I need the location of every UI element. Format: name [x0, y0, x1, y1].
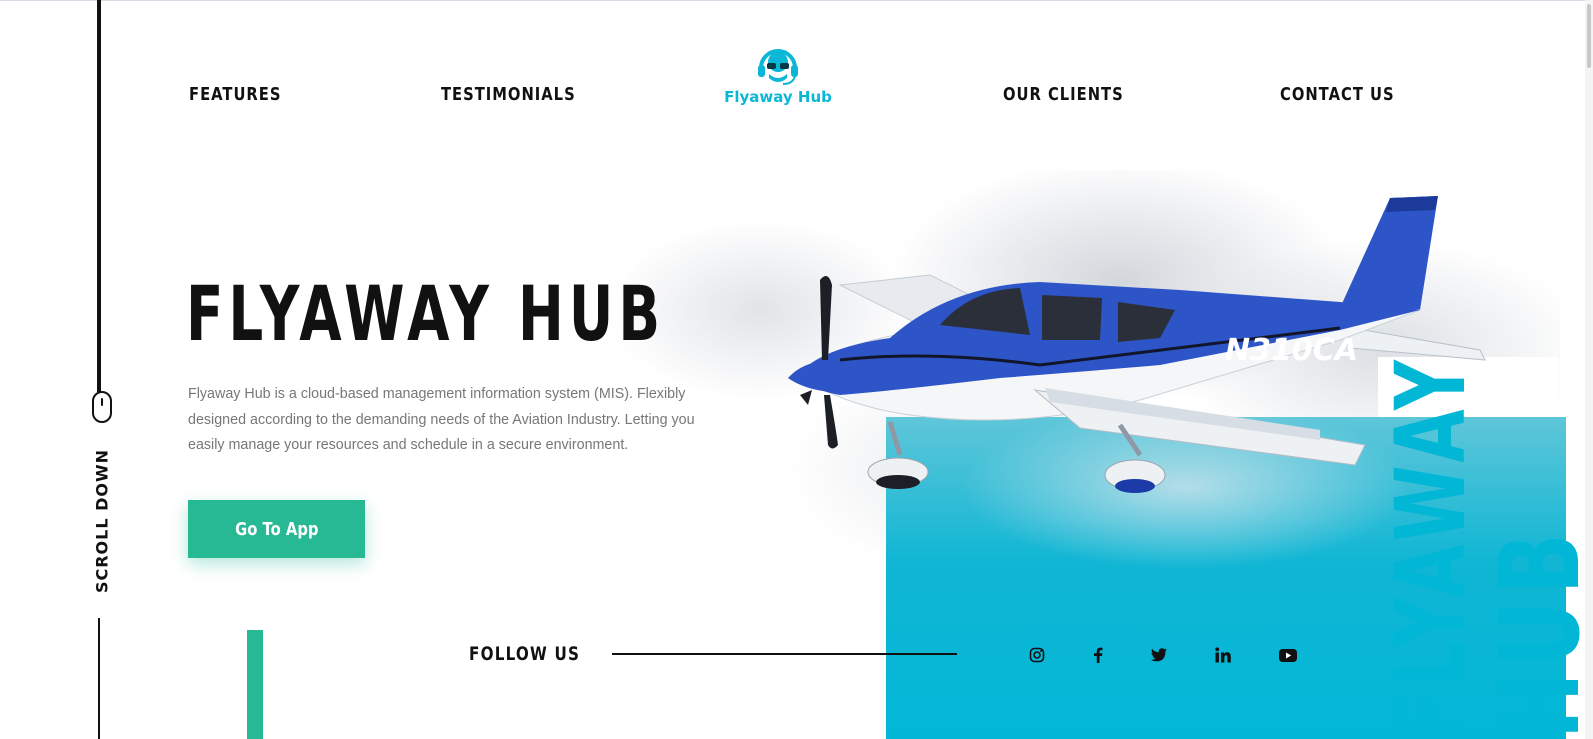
plane-tail-number: N310CA	[1225, 333, 1358, 368]
follow-divider	[612, 653, 957, 655]
logo-text: Flyaway Hub	[724, 88, 832, 106]
facebook-icon[interactable]	[1087, 644, 1109, 666]
instagram-icon[interactable]	[1026, 644, 1048, 666]
youtube-icon[interactable]	[1277, 644, 1299, 666]
decorative-green-bar	[247, 630, 263, 739]
airplane-image: N310CA	[788, 196, 1486, 493]
scroll-rail-line	[97, 0, 101, 392]
twitter-icon[interactable]	[1148, 644, 1170, 666]
scroll-down-label[interactable]: SCROLL DOWN	[93, 449, 112, 593]
nav-link-testimonials[interactable]: TESTIMONIALS	[441, 84, 576, 108]
scroll-rail-line-bottom	[98, 618, 100, 739]
go-to-app-button[interactable]: Go To App	[188, 500, 365, 558]
hero-description: Flyaway Hub is a cloud-based management …	[188, 386, 695, 453]
go-to-app-label: Go To App	[234, 518, 319, 540]
nav-link-features[interactable]: FEATURES	[189, 84, 281, 108]
hero-title: FLYAWAY HUB	[186, 269, 666, 358]
linkedin-icon[interactable]	[1212, 644, 1234, 666]
nav-link-our-clients[interactable]: OUR CLIENTS	[1003, 84, 1124, 108]
page-scrollbar[interactable]	[1585, 0, 1593, 739]
site-logo[interactable]: Flyaway Hub	[724, 44, 832, 112]
mouse-icon[interactable]	[92, 391, 112, 423]
top-border	[0, 0, 1593, 1]
scrollbar-thumb[interactable]	[1587, 4, 1591, 68]
pilot-headset-icon	[724, 44, 832, 86]
nav-link-contact-us[interactable]: CONTACT US	[1280, 84, 1395, 108]
vertical-word-hub: HUB	[1476, 526, 1593, 739]
follow-us-label: FOLLOW US	[469, 643, 581, 665]
